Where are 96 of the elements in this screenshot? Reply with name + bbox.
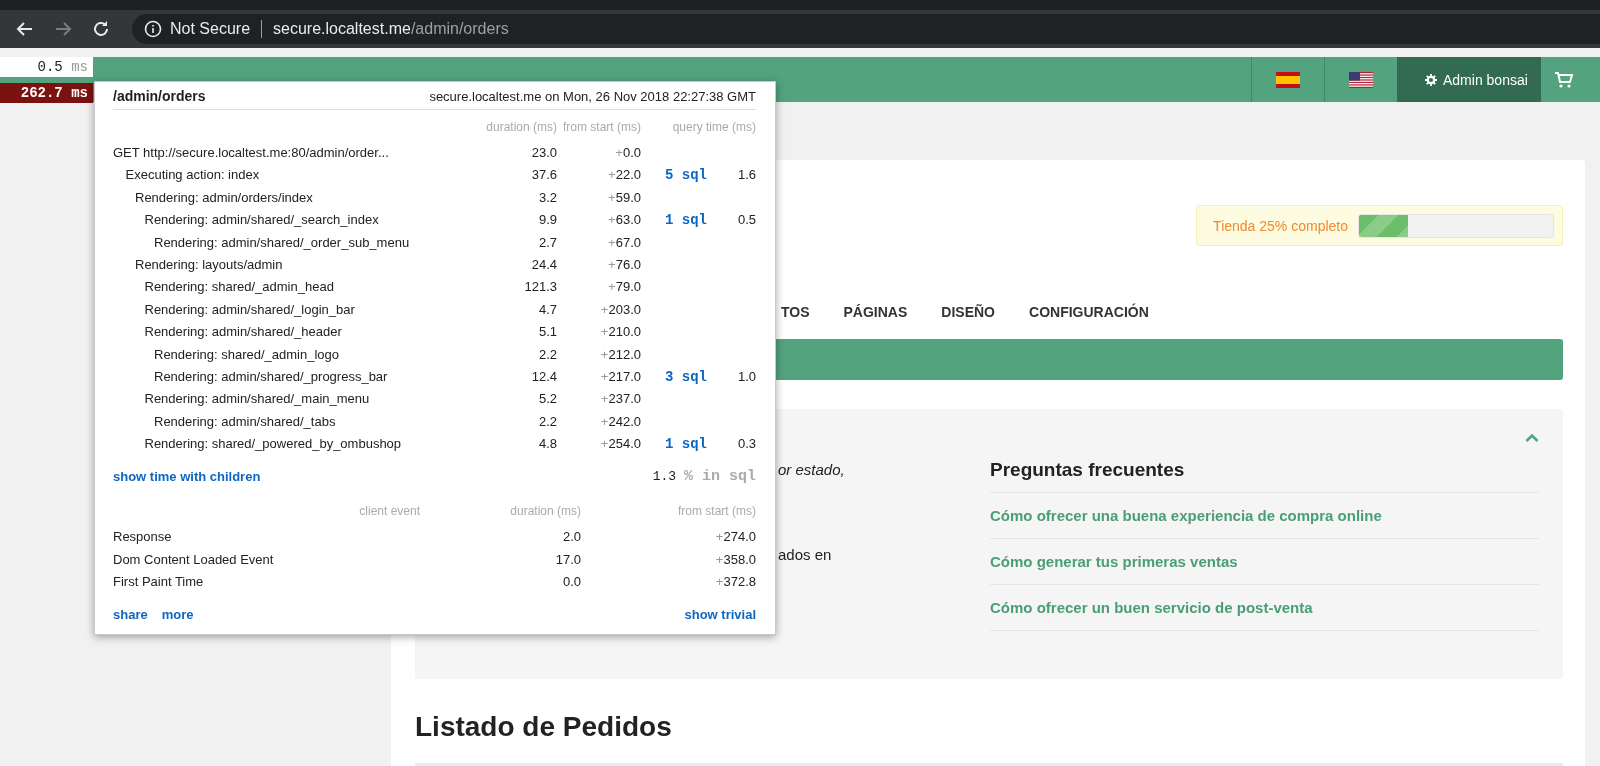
query-time: 0.5 <box>737 212 756 228</box>
timing-name: Rendering: shared/_powered_by_ombushop <box>144 436 402 452</box>
intro-text: ados en <box>778 546 833 563</box>
timing-badge[interactable]: 262.7 ms <box>0 83 93 103</box>
duration-value: 2.0 <box>562 529 581 545</box>
timing-name: Rendering: admin/shared/_search_index <box>144 212 379 228</box>
sql-link[interactable]: 5 sql <box>665 167 707 184</box>
start-offset: +254.0 <box>600 436 641 452</box>
admin-menu[interactable]: Admin bonsai <box>1397 57 1541 102</box>
column-header: duration (ms) <box>485 120 557 136</box>
timing-name: Rendering: admin/shared/_main_menu <box>144 391 370 407</box>
gear-icon <box>1425 73 1437 86</box>
intro-text: or estado, <box>778 461 846 478</box>
duration-value: 2.2 <box>538 413 557 429</box>
faq-link[interactable]: Cómo generar tus primeras ventas <box>990 539 1539 585</box>
start-offset: +242.0 <box>600 413 641 429</box>
sql-link[interactable]: 1 sql <box>665 436 707 453</box>
menu-tab[interactable]: PÁGINAS <box>843 304 908 326</box>
start-offset: +67.0 <box>608 234 641 250</box>
column-header: from start (ms) <box>562 120 641 136</box>
start-offset: +76.0 <box>608 256 641 272</box>
sql-link[interactable]: 1 sql <box>665 212 707 229</box>
event-name: Response <box>113 529 172 545</box>
start-offset: +63.0 <box>608 212 641 228</box>
timing-name: Rendering: shared/_admin_logo <box>154 346 339 362</box>
footer-link[interactable]: more <box>161 606 194 622</box>
start-offset: +372.8 <box>715 574 756 590</box>
duration-value: 37.6 <box>531 167 557 183</box>
duration-value: 12.4 <box>531 368 557 384</box>
show-trivial-link[interactable]: show trivial <box>684 606 756 622</box>
timing-name: GET http://secure.localtest.me:80/admin/order... <box>113 145 389 160</box>
query-time: 1.6 <box>737 167 756 183</box>
sql-percentage: 1.3 % in sql <box>652 467 756 485</box>
cart-icon[interactable] <box>1555 71 1575 88</box>
profiler-subtitle: secure.localtest.me on Mon, 26 Nov 2018 22:27:38 GMT <box>429 89 756 104</box>
start-offset: +59.0 <box>608 189 641 205</box>
start-offset: +22.0 <box>608 167 641 183</box>
timing-name: Rendering: shared/_admin_head <box>144 279 334 295</box>
timing-name: Rendering: admin/shared/_login_bar <box>144 301 355 317</box>
section-heading: Listado de Pedidos <box>415 711 673 743</box>
duration-value: 0.0 <box>562 574 581 590</box>
menu-tab[interactable]: TOS <box>781 304 810 326</box>
duration-value: 2.2 <box>538 346 557 362</box>
menu-tab[interactable]: DISEÑO <box>941 304 995 326</box>
sql-link[interactable]: 3 sql <box>665 368 707 385</box>
progress-label: Tienda 25% completo <box>1213 217 1348 234</box>
duration-value: 24.4 <box>531 256 557 272</box>
duration-value: 23.0 <box>531 145 557 160</box>
duration-value: 4.8 <box>538 436 557 452</box>
column-header: client event <box>358 504 420 521</box>
start-offset: +210.0 <box>600 324 641 340</box>
faq-link[interactable]: Cómo ofrecer una buena experiencia de compra online <box>990 493 1539 539</box>
address-bar[interactable]: Not Secure secure.localtest.me/admin/orders <box>132 14 1600 44</box>
column-header: query time (ms) <box>671 120 756 136</box>
footer-link[interactable]: share <box>113 606 148 622</box>
us-flag-icon[interactable] <box>1349 71 1373 88</box>
timing-badge[interactable]: 0.5 ms <box>0 57 93 77</box>
timing-name: Rendering: admin/shared/_progress_bar <box>154 368 388 384</box>
profiler-title: /admin/orders <box>113 88 206 104</box>
duration-value: 17.0 <box>555 551 581 567</box>
faq-link[interactable]: Cómo ofrecer un buen servicio de post-venta <box>990 585 1539 631</box>
menu-tab[interactable]: CONFIGURACIÓN <box>1029 304 1149 326</box>
faq-title: Preguntas frecuentes <box>990 459 1539 493</box>
timing-name: Rendering: admin/shared/_order_sub_menu <box>154 234 410 250</box>
url-text: secure.localtest.me/admin/orders <box>273 20 509 38</box>
timing-name: Rendering: admin/shared/_header <box>144 324 342 340</box>
start-offset: +237.0 <box>600 391 641 407</box>
column-header: from start (ms) <box>677 504 756 521</box>
start-offset: +358.0 <box>715 551 756 567</box>
duration-value: 3.2 <box>538 189 557 205</box>
timing-name: Rendering: layouts/admin <box>135 256 283 272</box>
start-offset: +79.0 <box>608 279 641 295</box>
duration-value: 2.7 <box>538 234 557 250</box>
duration-value: 5.1 <box>538 324 557 340</box>
info-icon[interactable] <box>144 20 162 38</box>
spain-flag-icon[interactable] <box>1276 71 1300 88</box>
start-offset: +0.0 <box>615 145 641 160</box>
timing-name: Rendering: admin/shared/_tabs <box>154 413 336 429</box>
start-offset: +274.0 <box>715 529 756 545</box>
event-name: First Paint Time <box>113 574 204 590</box>
query-time: 0.3 <box>737 436 756 452</box>
collapse-icon[interactable] <box>1525 433 1539 443</box>
start-offset: +212.0 <box>600 346 641 362</box>
column-header: duration (ms) <box>509 504 581 521</box>
duration-value: 121.3 <box>524 279 557 295</box>
timing-name: Rendering: admin/orders/index <box>135 189 313 205</box>
query-time: 1.0 <box>737 368 756 384</box>
security-label: Not Secure <box>170 20 251 38</box>
toggle-link[interactable]: show time with children <box>113 468 261 484</box>
duration-value: 4.7 <box>538 301 557 317</box>
start-offset: +217.0 <box>600 368 641 384</box>
duration-value: 9.9 <box>538 212 557 228</box>
timing-name: Executing action: index <box>125 167 260 183</box>
event-name: Dom Content Loaded Event <box>113 551 274 567</box>
duration-value: 5.2 <box>538 391 557 407</box>
start-offset: +203.0 <box>600 301 641 317</box>
